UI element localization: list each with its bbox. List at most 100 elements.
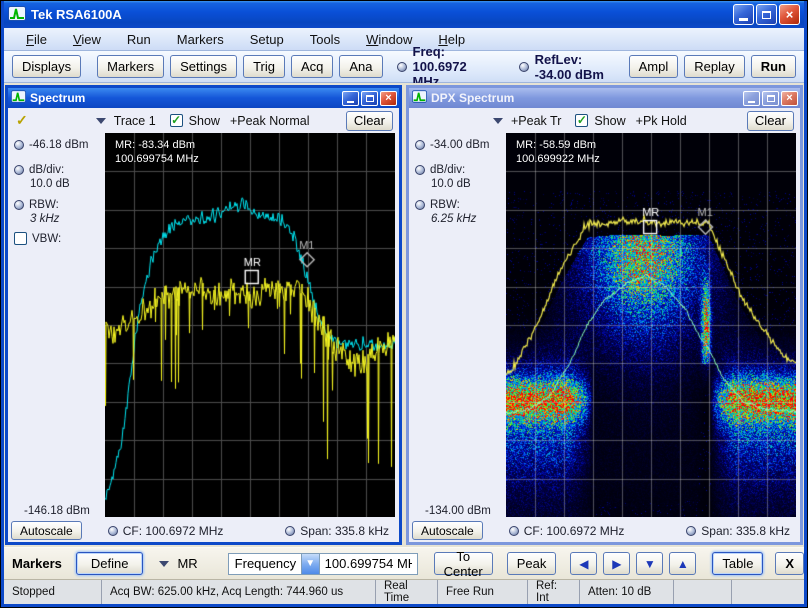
marker-frequency-input[interactable] xyxy=(320,553,418,575)
peak-button[interactable]: Peak xyxy=(507,552,557,575)
close-icon[interactable]: × xyxy=(779,4,800,25)
status-acq-info: Acq BW: 625.00 kHz, Acq Length: 744.960 … xyxy=(102,580,376,604)
titlebar[interactable]: Tek RSA6100A × xyxy=(4,1,804,28)
marker-select-dropdown-icon[interactable] xyxy=(159,561,169,567)
menu-tools[interactable]: Tools xyxy=(298,30,352,49)
knob-icon xyxy=(415,165,425,175)
db-div-control[interactable]: dB/div: xyxy=(14,164,105,176)
selected-marker: MR xyxy=(177,556,197,571)
app-window: Tek RSA6100A × File View Run Markers Set… xyxy=(0,0,808,608)
autoscale-button[interactable]: Autoscale xyxy=(11,521,82,540)
spectrum-panel: Spectrum × ✓ Trace 1 Show +Peak Normal C… xyxy=(5,85,402,545)
acq-button[interactable]: Acq xyxy=(291,55,333,78)
dpx-close-icon[interactable]: × xyxy=(781,91,798,106)
freq-knob-icon xyxy=(397,62,407,72)
spectrum-controls: ✓ Trace 1 Show +Peak Normal Clear xyxy=(8,108,399,133)
ref-level-control[interactable]: -46.18 dBm xyxy=(14,139,105,151)
reflev-knob-icon xyxy=(519,62,529,72)
table-button[interactable]: Table xyxy=(712,552,763,575)
menu-markers[interactable]: Markers xyxy=(165,30,236,49)
marker-readout: MR: -83.34 dBm 100.699754 MHz xyxy=(115,138,199,166)
peak-left-button[interactable]: ◀ xyxy=(570,552,597,575)
knob-icon xyxy=(108,526,118,536)
dpx-icon xyxy=(412,90,427,106)
dpx-panel: DPX Spectrum × +Peak Tr Show +Pk Hold Cl… xyxy=(406,85,803,545)
main-toolbar: Displays Markers Settings Trig Acq Ana F… xyxy=(4,51,804,83)
spectrum-plot[interactable]: MR: -83.34 dBm 100.699754 MHz xyxy=(105,133,395,517)
spectrum-minimize-icon[interactable] xyxy=(342,91,359,106)
replay-button[interactable]: Replay xyxy=(684,55,744,78)
chevron-down-icon[interactable]: ▼ xyxy=(301,554,319,574)
status-run-state: Stopped xyxy=(4,580,102,604)
dpx-controls: +Peak Tr Show +Pk Hold Clear xyxy=(409,108,800,133)
trace-dropdown-icon[interactable] xyxy=(96,118,106,124)
show-checkbox[interactable] xyxy=(170,114,183,127)
to-center-button[interactable]: To Center xyxy=(434,552,493,575)
settings-button[interactable]: Settings xyxy=(170,55,237,78)
clear-button[interactable]: Clear xyxy=(346,111,393,131)
menu-run[interactable]: Run xyxy=(115,30,163,49)
rbw-value: 6.25 kHz xyxy=(431,213,506,225)
spectrum-titlebar[interactable]: Spectrum × xyxy=(8,88,399,108)
dpx-titlebar[interactable]: DPX Spectrum × xyxy=(409,88,800,108)
dpx-maximize-icon[interactable] xyxy=(762,91,779,106)
menu-file[interactable]: File xyxy=(14,30,59,49)
marker-readout: MR: -58.59 dBm 100.699922 MHz xyxy=(516,138,600,166)
peak-up-button[interactable]: ▲ xyxy=(669,552,696,575)
knob-icon xyxy=(686,526,696,536)
detector-label: +Peak Normal xyxy=(230,114,310,128)
clear-button[interactable]: Clear xyxy=(747,111,794,131)
displays-button[interactable]: Displays xyxy=(12,55,81,78)
reflev-readout[interactable]: RefLev: -34.00 dBm xyxy=(535,52,613,82)
dpx-bottom-bar: Autoscale CF: 100.6972 MHz Span: 335.8 k… xyxy=(409,519,800,542)
ref-level-control[interactable]: -34.00 dBm xyxy=(415,139,506,151)
status-ref: Ref: Int xyxy=(528,580,580,604)
cf-control[interactable]: CF: 100.6972 MHz xyxy=(509,524,625,538)
checkmark-icon: ✓ xyxy=(16,112,28,129)
span-control[interactable]: Span: 335.8 kHz xyxy=(285,524,389,538)
vbw-control[interactable]: VBW: xyxy=(14,232,105,245)
vbw-checkbox[interactable] xyxy=(14,232,27,245)
define-button[interactable]: Define xyxy=(76,552,144,575)
marker-field-select[interactable]: Frequency ▼ xyxy=(228,553,320,575)
run-button[interactable]: Run xyxy=(751,55,796,78)
ana-button[interactable]: Ana xyxy=(339,55,382,78)
marker-toolbar: Markers Define MR Frequency ▼ To Center … xyxy=(4,547,804,580)
span-control[interactable]: Span: 335.8 kHz xyxy=(686,524,790,538)
trig-button[interactable]: Trig xyxy=(243,55,285,78)
menubar: File View Run Markers Setup Tools Window… xyxy=(4,28,804,51)
dpx-plot[interactable]: MR: -58.59 dBm 100.699922 MHz xyxy=(506,133,796,517)
statusbar: Stopped Acq BW: 625.00 kHz, Acq Length: … xyxy=(4,580,804,604)
show-label: Show xyxy=(594,114,625,128)
db-div-control[interactable]: dB/div: xyxy=(415,164,506,176)
show-checkbox[interactable] xyxy=(575,114,588,127)
db-div-value: 10.0 dB xyxy=(30,178,105,190)
trace-selector[interactable]: +Peak Tr xyxy=(511,114,561,128)
spectrum-icon xyxy=(11,90,26,106)
peak-down-button[interactable]: ▼ xyxy=(636,552,663,575)
cf-control[interactable]: CF: 100.6972 MHz xyxy=(108,524,224,538)
knob-icon xyxy=(285,526,295,536)
dpx-minimize-icon[interactable] xyxy=(743,91,760,106)
spectrum-maximize-icon[interactable] xyxy=(361,91,378,106)
detector-label: +Pk Hold xyxy=(636,114,687,128)
trace-dropdown-icon[interactable] xyxy=(493,118,503,124)
knob-icon xyxy=(415,140,425,150)
trace-selector[interactable]: Trace 1 xyxy=(114,114,156,128)
menu-setup[interactable]: Setup xyxy=(238,30,296,49)
markers-button[interactable]: Markers xyxy=(97,55,164,78)
rbw-control[interactable]: RBW: xyxy=(14,199,105,211)
status-trigger: Free Run xyxy=(438,580,528,604)
rbw-control[interactable]: RBW: xyxy=(415,199,506,211)
knob-icon xyxy=(14,140,24,150)
knob-icon xyxy=(14,200,24,210)
spectrum-close-icon[interactable]: × xyxy=(380,91,397,106)
minimize-icon[interactable] xyxy=(733,4,754,25)
restore-icon[interactable] xyxy=(756,4,777,25)
menu-view[interactable]: View xyxy=(61,30,113,49)
close-marker-toolbar-button[interactable]: X xyxy=(775,552,804,575)
ampl-button[interactable]: Ampl xyxy=(629,55,679,78)
autoscale-button[interactable]: Autoscale xyxy=(412,521,483,540)
db-div-value: 10.0 dB xyxy=(431,178,506,190)
peak-right-button[interactable]: ▶ xyxy=(603,552,630,575)
